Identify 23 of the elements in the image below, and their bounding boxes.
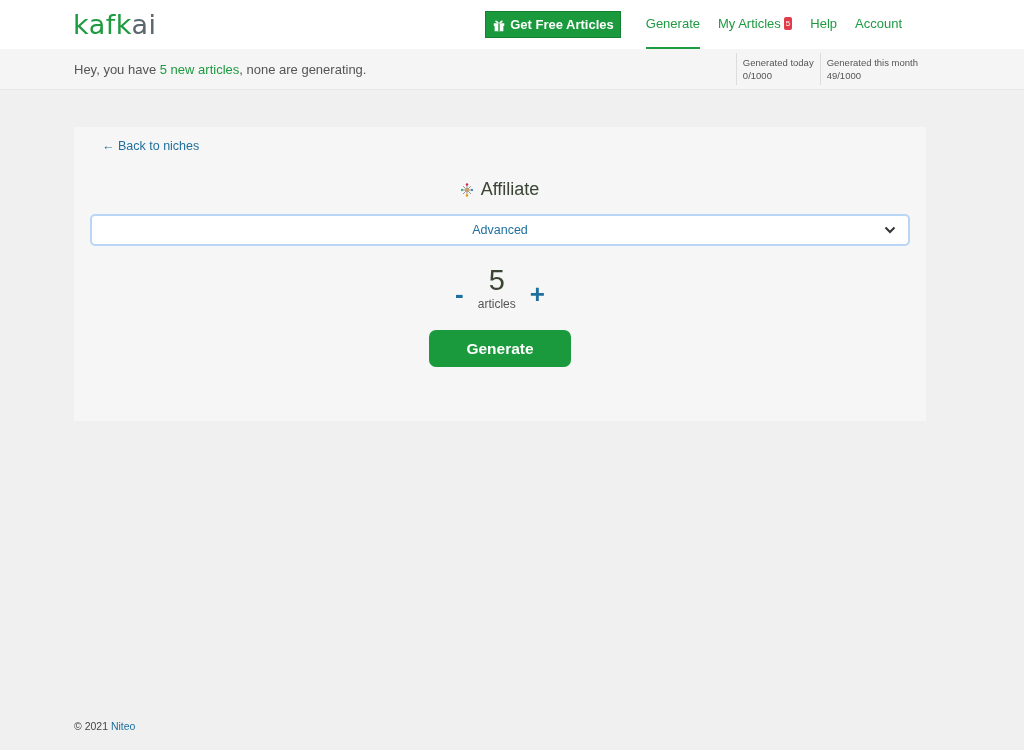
stat-label: Generated today — [742, 57, 814, 68]
nav-link[interactable]: Help — [810, 0, 837, 49]
nav-link[interactable]: Account — [855, 0, 902, 49]
decrease-button[interactable]: - — [455, 279, 464, 310]
niteo-link[interactable]: Niteo — [110, 720, 136, 732]
nav-link[interactable]: My Articles 5 — [717, 0, 793, 49]
back-link[interactable]: ← Back to niches — [102, 139, 200, 153]
stat-value: 49/1000 — [826, 70, 862, 81]
increase-button[interactable]: + — [529, 279, 545, 310]
advanced-dropdown[interactable]: Advanced — [90, 214, 910, 246]
kafkai-logo[interactable]: kafkai — [73, 9, 157, 40]
generate-button[interactable]: Generate — [429, 330, 571, 367]
niche-title: Affiliate — [480, 179, 540, 200]
footer-text: © 2021 Niteo — [74, 720, 137, 732]
article-count: 5 — [488, 264, 505, 297]
count-badge: 5 — [783, 17, 793, 30]
stat-label: Generated this month — [826, 57, 918, 68]
get-free-articles-button[interactable]: Get Free Articles — [485, 11, 621, 38]
notice-text: Hey, you have 5 new articles, none are generating. — [74, 61, 367, 77]
stat-value: 0/1000 — [742, 70, 773, 81]
network-icon — [460, 182, 473, 197]
count-unit: articles — [477, 297, 516, 311]
chevron-icon — [884, 226, 896, 234]
